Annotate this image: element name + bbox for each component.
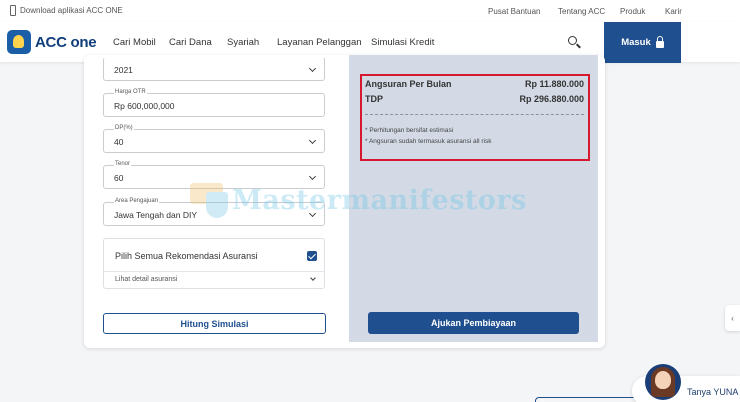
monthly-value: Rp 11.880.000 — [524, 79, 584, 89]
logo-badge-icon — [7, 30, 31, 54]
top-bar: Download aplikasi ACC ONE Pusat Bantuan … — [0, 0, 740, 22]
link-karir[interactable]: Karir — [665, 7, 682, 16]
nav-item-cari-mobil[interactable]: Cari Mobil — [113, 37, 156, 48]
dp-value: 40 — [114, 137, 124, 147]
bottom-outline-button[interactable] — [535, 397, 640, 402]
area-value: Jawa Tengah dan DIY — [114, 210, 198, 220]
tenor-label: Tenor — [114, 161, 132, 167]
login-button[interactable]: Masuk — [604, 22, 681, 63]
chevron-down-icon — [308, 172, 317, 181]
result-highlight-box: Angsuran Per Bulan Rp 11.880.000 TDP Rp … — [360, 74, 590, 161]
acc-one-logo[interactable]: ACC one — [7, 30, 97, 54]
side-collapse-tab[interactable]: ‹ — [725, 305, 740, 331]
nav-item-simulasi-kredit[interactable]: Simulasi Kredit — [371, 37, 434, 48]
dashed-divider — [365, 114, 584, 115]
chat-label[interactable]: Tanya YUNA › — [687, 387, 740, 397]
link-pusat-bantuan[interactable]: Pusat Bantuan — [488, 7, 540, 16]
ajukan-pembiayaan-button[interactable]: Ajukan Pembiayaan — [368, 312, 579, 334]
tenor-value: 60 — [114, 173, 124, 183]
tdp-row: TDP Rp 296.880.000 — [365, 94, 584, 104]
nav-item-cari-dana[interactable]: Cari Dana — [169, 37, 212, 48]
yuna-avatar[interactable] — [645, 364, 681, 400]
chevron-down-icon — [308, 136, 317, 145]
year-value: 2021 — [114, 65, 133, 75]
harga-otr-label: Harga OTR — [114, 89, 147, 95]
note-estimasi: * Perhitungan bersifat estimasi — [365, 127, 454, 134]
dp-select[interactable]: DP(%) 40 — [103, 125, 325, 153]
lock-icon — [655, 35, 664, 48]
chevron-down-icon — [308, 209, 317, 218]
chevron-left-icon: ‹ — [731, 313, 734, 323]
tenor-select[interactable]: Tenor 60 — [103, 161, 325, 189]
link-produk[interactable]: Produk — [620, 7, 645, 16]
result-panel: Angsuran Per Bulan Rp 11.880.000 TDP Rp … — [349, 55, 598, 342]
download-app-link[interactable]: Download aplikasi ACC ONE — [10, 5, 123, 16]
monthly-label: Angsuran Per Bulan — [365, 79, 452, 89]
harga-otr-value: Rp 600,000,000 — [114, 101, 175, 111]
hitung-simulasi-button[interactable]: Hitung Simulasi — [103, 313, 326, 334]
login-label: Masuk — [621, 37, 651, 48]
area-label: Area Pengajuan — [114, 198, 160, 204]
simulation-card: 2021 Harga OTR Rp 600,000,000 DP(%) 40 T… — [84, 55, 605, 348]
divider — [104, 271, 324, 272]
dp-label: DP(%) — [114, 125, 134, 131]
download-app-label: Download aplikasi ACC ONE — [20, 6, 123, 15]
tdp-label: TDP — [365, 94, 383, 104]
insurance-title: Pilih Semua Rekomendasi Asuransi — [115, 251, 258, 261]
insurance-detail-link[interactable]: Lihat detail asuransi — [115, 276, 177, 283]
nav-item-layanan-pelanggan[interactable]: Layanan Pelanggan — [277, 37, 362, 48]
search-button[interactable] — [565, 33, 583, 51]
area-select[interactable]: Area Pengajuan Jawa Tengah dan DIY — [103, 198, 325, 226]
phone-icon — [10, 5, 16, 16]
harga-otr-field[interactable]: Harga OTR Rp 600,000,000 — [103, 89, 325, 117]
tdp-value: Rp 296.880.000 — [519, 94, 584, 104]
chevron-down-icon — [308, 64, 317, 73]
chevron-down-icon[interactable] — [310, 275, 316, 281]
note-asuransi: * Angsuran sudah termasuk asuransi all r… — [365, 138, 492, 145]
insurance-checkbox[interactable] — [307, 251, 317, 261]
monthly-row: Angsuran Per Bulan Rp 11.880.000 — [365, 79, 584, 89]
nav-item-syariah[interactable]: Syariah — [227, 37, 259, 48]
year-select[interactable]: 2021 — [103, 57, 325, 81]
logo-text: ACC one — [35, 33, 97, 51]
insurance-box: Pilih Semua Rekomendasi Asuransi Lihat d… — [103, 238, 325, 289]
link-tentang-acc[interactable]: Tentang ACC — [558, 7, 605, 16]
